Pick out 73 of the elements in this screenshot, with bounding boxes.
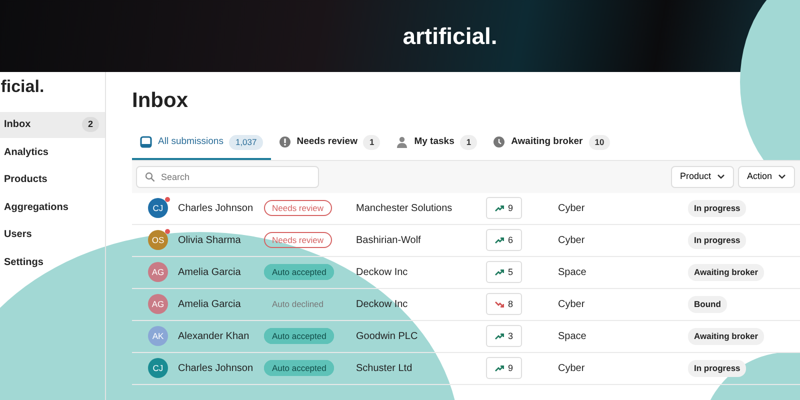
status-pill: In progress	[688, 360, 746, 377]
table-cell-text: Charles Johnson	[178, 362, 254, 376]
status-tag: Needs review	[264, 200, 332, 216]
score: 5	[508, 266, 513, 278]
count-badge: 1,037	[229, 135, 263, 150]
filter-dropdown[interactable]: Product	[670, 166, 734, 188]
table-cell-text: Manchester Solutions	[356, 202, 454, 216]
page-title: Inbox	[132, 88, 189, 113]
table-cell-text: Cyber	[558, 362, 586, 376]
table-cell-text: Goodwin PLC	[356, 330, 419, 344]
trend-up-icon	[494, 236, 504, 244]
clock-icon	[493, 136, 506, 148]
sidebar-item[interactable]: Users	[0, 222, 105, 248]
sidebar-item-label[interactable]: Inbox	[4, 117, 31, 132]
status-pill: Awaiting broker	[688, 264, 764, 281]
avatar: CJ	[148, 198, 168, 218]
table-cell-text: Amelia Garcia	[178, 298, 242, 312]
status-tag: Auto accepted	[264, 264, 334, 280]
table-cell-text: Charles Johnson	[178, 202, 254, 216]
trend-up-icon	[494, 332, 504, 340]
trend-up-icon	[494, 268, 504, 276]
tab[interactable]: All submissions 1,037	[132, 131, 271, 160]
logo: ificial.	[0, 76, 46, 98]
status-pill: In progress	[688, 200, 746, 217]
count-badge: 1	[460, 135, 478, 150]
tab[interactable]: My tasks 1	[388, 131, 486, 160]
avatar: OS	[148, 230, 168, 250]
table-cell-text: Space	[558, 266, 588, 280]
table-cell-text: Cyber	[558, 298, 586, 312]
table-cell-text: Space	[558, 330, 588, 344]
sidebar-item[interactable]: Products	[0, 166, 105, 192]
search-icon	[145, 172, 155, 182]
table-cell-text: Deckow Inc	[356, 266, 409, 280]
person-icon	[396, 136, 408, 148]
trend-down-icon	[494, 300, 504, 308]
status-tag: Auto accepted	[264, 328, 334, 344]
status-tag: Auto declined	[264, 296, 332, 312]
score: 9	[508, 202, 513, 214]
status-tag: Auto accepted	[264, 360, 334, 376]
status-pill: In progress	[688, 232, 746, 249]
count-badge: 1	[363, 135, 380, 150]
trend-up-icon	[494, 204, 504, 212]
search-field[interactable]: Search	[136, 166, 319, 188]
status-pill: Bound	[688, 296, 727, 313]
status-pill: Awaiting broker	[688, 328, 764, 345]
table-cell-text: Deckow Inc	[356, 298, 409, 312]
trend-up-icon	[494, 364, 504, 372]
sidebar-item[interactable]: Aggregations	[0, 194, 105, 220]
caret-icon	[716, 174, 725, 180]
sidebar-item[interactable]: Analytics	[0, 139, 105, 165]
alert-icon	[278, 136, 291, 148]
table-cell-text: Cyber	[558, 234, 586, 248]
tab[interactable]: Needs review 1	[270, 131, 388, 160]
sidebar-item[interactable]: Inbox 2	[0, 112, 105, 138]
count-badge: 10	[588, 135, 610, 150]
status-tag: Needs review	[264, 232, 332, 248]
score: 9	[508, 362, 513, 374]
score: 8	[508, 298, 513, 310]
table-cell-text: Cyber	[558, 202, 586, 216]
caret-icon	[778, 174, 786, 180]
filter-dropdown[interactable]: Action	[738, 166, 795, 188]
sidebar-item[interactable]: Settings	[0, 249, 105, 275]
score: 3	[508, 330, 513, 342]
tray-icon	[140, 136, 152, 148]
score: 6	[508, 234, 513, 246]
table-cell-text: Amelia Garcia	[178, 266, 242, 280]
table-cell-text: Alexander Khan	[178, 330, 250, 344]
table-cell-text: Olivia Sharma	[178, 234, 242, 248]
table-cell-text: Bashirian-Wolf	[356, 234, 422, 248]
banner-title: artificial.	[402, 22, 498, 51]
table-cell-text: Schuster Ltd	[356, 362, 414, 376]
count-badge: 2	[82, 116, 99, 132]
tab[interactable]: Awaiting broker 10	[485, 131, 618, 160]
